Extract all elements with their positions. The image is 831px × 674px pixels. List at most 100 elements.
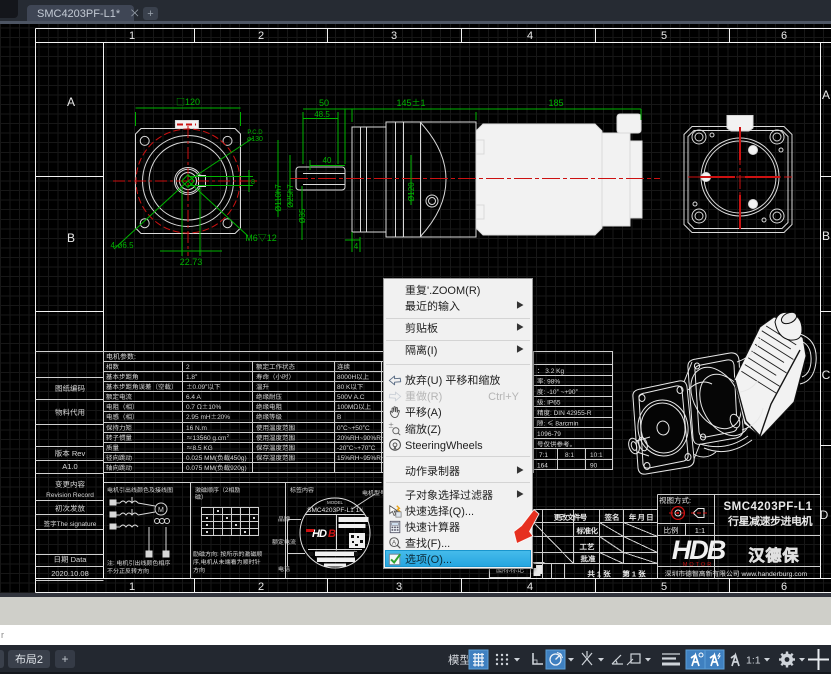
svg-text:保持力矩: 保持力矩 <box>106 422 133 432</box>
svg-text:： 3.2 Kg: ： 3.2 Kg <box>537 365 564 375</box>
svg-text:10:1: 10:1 <box>590 449 603 459</box>
svg-text:≈8.5 KG: ≈8.5 KG <box>186 442 213 452</box>
svg-text:绝缘电阻: 绝缘电阻 <box>256 401 283 411</box>
svg-text:物料代用: 物料代用 <box>55 407 85 418</box>
svg-text:号仅供参考。: 号仅供参考。 <box>537 439 576 449</box>
svg-text:行星减速步进电机: 行星减速步进电机 <box>727 513 812 529</box>
svg-text:1: 1 <box>129 578 135 594</box>
svg-text:M6▽12: M6▽12 <box>245 231 277 244</box>
svg-text:保存温度范围: 保存温度范围 <box>256 442 295 452</box>
svg-text:22.73: 22.73 <box>180 255 203 268</box>
svg-text:Ø35: Ø35 <box>297 208 308 223</box>
svg-text:6: 6 <box>781 578 787 594</box>
svg-text:额定电流: 额定电流 <box>106 391 133 401</box>
svg-text:Ø120: Ø120 <box>406 182 417 202</box>
svg-text:5: 5 <box>661 578 667 594</box>
svg-text:C: C <box>822 366 831 383</box>
svg-text:Revision Record: Revision Record <box>46 489 94 499</box>
svg-text:80 K以下: 80 K以下 <box>337 381 364 391</box>
svg-text:电感（相）: 电感（相） <box>106 411 139 421</box>
svg-text:2: 2 <box>186 361 190 371</box>
svg-text:6: 6 <box>781 27 787 43</box>
svg-text:视图方式:: 视图方式: <box>659 495 691 506</box>
svg-text:转子惯量: 转子惯量 <box>106 432 133 442</box>
svg-text:电阻（相）: 电阻（相） <box>106 401 139 411</box>
svg-text:签名: 签名 <box>604 512 620 523</box>
svg-text:标签内容: 标签内容 <box>290 485 314 494</box>
svg-text:1: 1 <box>129 27 135 43</box>
svg-text:0.075 MM(负载920g): 0.075 MM(负载920g) <box>186 462 247 472</box>
svg-text:3: 3 <box>396 578 402 594</box>
svg-text:汉德保: 汉德保 <box>748 542 799 566</box>
svg-text:0°C~+50°C: 0°C~+50°C <box>337 422 370 432</box>
svg-text:保存湿度范围: 保存湿度范围 <box>256 452 295 462</box>
svg-text:隙: ≤ 8arcmin: 隙: ≤ 8arcmin <box>537 418 579 428</box>
svg-text:电话: 电话 <box>278 564 290 573</box>
svg-text:M: M <box>158 505 164 515</box>
svg-text:2: 2 <box>258 578 264 594</box>
svg-text:1096-79: 1096-79 <box>537 428 561 438</box>
svg-text:MOTOR: MOTOR <box>683 560 713 568</box>
svg-text:B: B <box>67 229 75 246</box>
svg-text:8: 8 <box>251 177 255 187</box>
svg-text:±: ± <box>388 422 394 429</box>
svg-text:率: 98%: 率: 98% <box>537 376 560 386</box>
svg-text:绝缘耐压: 绝缘耐压 <box>256 391 283 401</box>
svg-text:模型: 模型 <box>448 652 471 668</box>
svg-text:品牌: 品牌 <box>278 514 290 523</box>
svg-text:145±1: 145±1 <box>396 96 425 109</box>
svg-text:精度: DIN 42955-R: 精度: DIN 42955-R <box>537 407 592 417</box>
svg-text:0.7 Ω±10%: 0.7 Ω±10% <box>186 401 221 411</box>
svg-text:工艺: 工艺 <box>580 542 595 553</box>
svg-text:ø130: ø130 <box>247 134 263 144</box>
svg-text:2020.10.08: 2020.10.08 <box>51 568 89 579</box>
svg-text:质量: 质量 <box>106 442 120 452</box>
svg-text:□120: □120 <box>176 95 200 108</box>
svg-text:额定工作状态: 额定工作状态 <box>256 361 296 371</box>
svg-text:B: B <box>822 227 830 244</box>
svg-text:HD: HD <box>312 525 327 541</box>
svg-text:40: 40 <box>323 155 332 166</box>
svg-text:500V A.C: 500V A.C <box>337 391 365 401</box>
svg-text:1:1: 1:1 <box>746 653 761 668</box>
svg-text:4-ø6.5: 4-ø6.5 <box>110 240 134 251</box>
svg-text:A: A <box>822 86 830 103</box>
svg-text:4: 4 <box>527 27 533 43</box>
svg-text:相数: 相数 <box>106 361 120 371</box>
svg-text:20%RH~90%RH: 20%RH~90%RH <box>337 432 386 442</box>
svg-text:图纸编码: 图纸编码 <box>55 383 85 394</box>
svg-text:B: B <box>328 525 336 541</box>
svg-text:度: -10° ~+90°: 度: -10° ~+90° <box>537 386 579 396</box>
svg-text:日期 Data: 日期 Data <box>54 554 88 565</box>
svg-text:3: 3 <box>391 27 397 43</box>
svg-text:级: IP65: 级: IP65 <box>537 397 561 407</box>
svg-text:8:1: 8:1 <box>565 449 574 459</box>
svg-text:初次发放: 初次发放 <box>55 503 85 514</box>
svg-text:更改文件号: 更改文件号 <box>554 512 588 523</box>
svg-text:Ø25h7: Ø25h7 <box>285 184 296 208</box>
svg-text:基本步距角: 基本步距角 <box>106 371 139 381</box>
svg-text:15%RH~95%RH: 15%RH~95%RH <box>337 452 386 462</box>
svg-text:标准化: 标准化 <box>576 526 599 537</box>
svg-text:SMC4203PF-L1 1#: SMC4203PF-L1 1# <box>307 504 363 514</box>
svg-text:基本步距角误差（空载）: 基本步距角误差（空载） <box>106 381 178 391</box>
svg-text:0.025 MM(负载450g): 0.025 MM(负载450g) <box>186 452 247 462</box>
svg-text:90: 90 <box>590 460 598 470</box>
svg-text:连续: 连续 <box>337 361 351 371</box>
svg-text:±0.09°以下: ±0.09°以下 <box>186 381 221 391</box>
svg-text:100MΩ以上: 100MΩ以上 <box>337 401 372 411</box>
svg-text:48.5: 48.5 <box>314 109 330 120</box>
svg-text:绝缘等级: 绝缘等级 <box>256 411 283 421</box>
svg-text:6.4 A: 6.4 A <box>186 391 201 401</box>
svg-text:≈13560 g.cm²: ≈13560 g.cm² <box>186 432 229 442</box>
svg-text:16 N.m: 16 N.m <box>186 422 207 432</box>
svg-text:年 月 日: 年 月 日 <box>629 512 653 523</box>
svg-text:A1.0: A1.0 <box>62 461 77 472</box>
svg-text:8000H以上: 8000H以上 <box>337 371 370 381</box>
svg-text:A: A <box>67 93 75 110</box>
svg-text:2: 2 <box>258 27 264 43</box>
svg-text:签字The signature: 签字The signature <box>44 518 97 528</box>
svg-text:-20°C~+70°C: -20°C~+70°C <box>337 442 376 452</box>
svg-text:4: 4 <box>354 241 359 252</box>
svg-text:使用温度范围: 使用温度范围 <box>256 422 295 432</box>
